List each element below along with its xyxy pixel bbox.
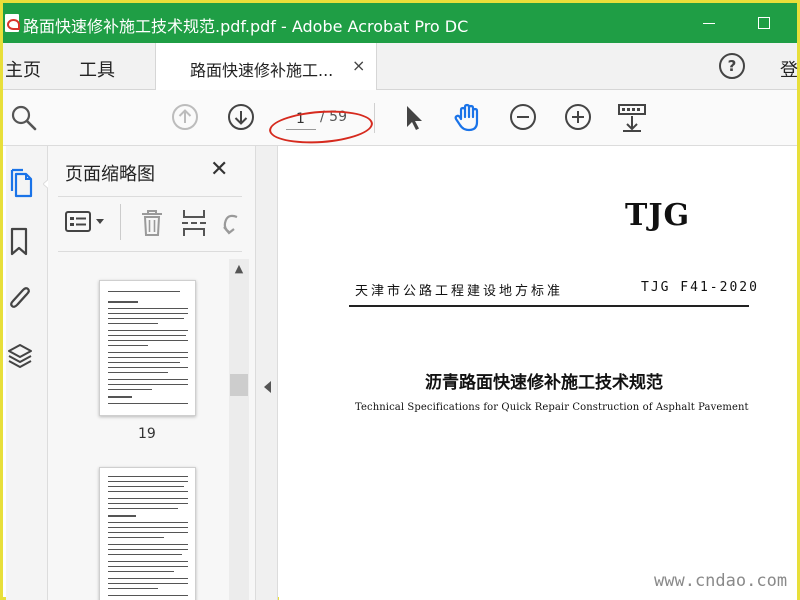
hand-tool-icon[interactable]	[452, 102, 484, 134]
site-watermark: www.cndao.com	[654, 571, 788, 591]
thumbnail-scrollbar[interactable]	[229, 259, 249, 600]
bookmark-icon[interactable]	[8, 226, 30, 258]
help-icon[interactable]: ?	[719, 53, 745, 79]
window-title: 路面快速修补施工技术规范.pdf.pdf - Adobe Acrobat Pro…	[23, 17, 469, 36]
tab-home[interactable]: 主页	[5, 56, 41, 82]
scrollbar-thumb[interactable]	[230, 374, 248, 396]
title-bar: 路面快速修补施工技术规范.pdf.pdf - Adobe Acrobat Pro…	[3, 3, 797, 43]
tab-bar: 主页 工具 路面快速修补施工... ×	[3, 43, 797, 90]
document-title: 沥青路面快速修补施工技术规范	[425, 373, 663, 393]
app-window: 路面快速修补施工技术规范.pdf.pdf - Adobe Acrobat Pro…	[0, 0, 800, 600]
close-tab-icon[interactable]: ×	[352, 56, 365, 75]
thumbnail-page-number: 19	[138, 426, 156, 442]
scroll-up-icon[interactable]: ▲	[229, 259, 249, 279]
attachment-icon[interactable]	[7, 283, 33, 315]
document-tab-label: 路面快速修补施工...	[190, 61, 334, 80]
thumbnail-options-icon[interactable]	[64, 209, 106, 235]
toolbar-separator	[374, 103, 375, 133]
minimize-button[interactable]	[697, 11, 721, 35]
tab-document[interactable]: 路面快速修补施工... ×	[155, 43, 377, 90]
page-thumbnails-icon[interactable]	[9, 168, 35, 200]
zoom-out-icon[interactable]	[509, 103, 537, 131]
thumbnails-panel: 页面缩略图 ✕ 19 ▲	[48, 146, 256, 600]
main-toolbar	[3, 90, 797, 146]
insert-page-icon[interactable]	[181, 208, 207, 238]
signin-button[interactable]: 登	[780, 56, 798, 82]
page-thumbnail-20[interactable]	[99, 467, 196, 600]
search-icon[interactable]	[8, 102, 40, 134]
thumbnails-panel-title: 页面缩略图	[65, 164, 155, 185]
delete-page-icon[interactable]	[139, 208, 165, 238]
document-subtitle: Technical Specifications for Quick Repai…	[355, 402, 749, 413]
collapse-panel-icon[interactable]	[264, 381, 271, 393]
tab-tools[interactable]: 工具	[79, 56, 115, 82]
rotate-page-icon[interactable]	[219, 209, 243, 237]
panel-divider	[58, 196, 242, 197]
panel-collapse-strip[interactable]	[256, 146, 278, 600]
zoom-in-icon[interactable]	[564, 103, 592, 131]
previous-page-icon[interactable]	[171, 103, 199, 131]
page-thumbnail-19[interactable]	[99, 280, 196, 416]
next-page-icon[interactable]	[227, 103, 255, 131]
close-panel-icon[interactable]: ✕	[210, 157, 228, 182]
panel-divider	[58, 251, 242, 252]
maximize-button[interactable]	[752, 11, 776, 35]
acrobat-app-icon	[5, 14, 20, 32]
standard-category: 天津市公路工程建设地方标准	[355, 284, 564, 299]
document-view[interactable]: TJG 天津市公路工程建设地方标准 TJG F41-2020 沥青路面快速修补施…	[279, 146, 797, 600]
standard-logo-text: TJG	[625, 198, 691, 233]
page-display-icon[interactable]	[617, 102, 647, 134]
standard-code: TJG F41-2020	[641, 280, 759, 295]
navigation-rail	[6, 146, 51, 600]
header-rule	[349, 305, 749, 307]
layers-icon[interactable]	[7, 340, 33, 372]
panel-toolbar-separator	[120, 204, 121, 240]
select-cursor-icon[interactable]	[401, 103, 427, 133]
